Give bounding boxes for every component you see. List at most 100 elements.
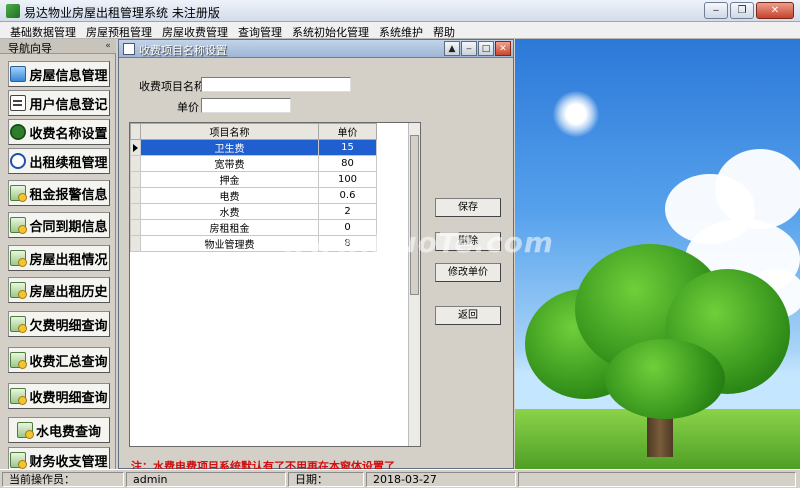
- item-name-cell[interactable]: 宽带费: [140, 155, 319, 172]
- item-name-cell[interactable]: 卫生费: [140, 139, 319, 156]
- nav-label: 收费汇总查询: [29, 354, 108, 370]
- child-close-button[interactable]: ✕: [495, 41, 511, 56]
- report-icon: [10, 388, 28, 405]
- fee-name-label: 收费项目名称: [139, 80, 205, 93]
- window-title: 易达物业房屋出租管理系统 未注册版: [24, 6, 220, 20]
- date-value: 2018-03-27: [366, 472, 516, 487]
- nav-label: 租金报警信息: [29, 187, 108, 203]
- status-empty-panel: [518, 472, 796, 487]
- row-indicator: [130, 187, 141, 204]
- column-header-price[interactable]: 单价: [318, 123, 377, 140]
- item-price-cell[interactable]: 15: [318, 139, 377, 156]
- grid-vertical-scrollbar[interactable]: [408, 123, 420, 446]
- child-window-controls: ▲ ‒ □ ✕: [444, 41, 511, 56]
- nav-label: 欠费明细查询: [29, 318, 108, 334]
- close-button[interactable]: ✕: [756, 2, 794, 19]
- cloud: [715, 149, 800, 229]
- nav-panel: 导航向导 « 房屋信息管理 用户信息登记 收费名称设置 出租续租管理 租金报警信…: [0, 39, 116, 473]
- nav-header-label: 导航向导: [8, 42, 52, 55]
- nav-label: 收费明细查询: [29, 390, 108, 406]
- sun: [553, 91, 599, 137]
- fee-items-grid: 项目名称 单价 卫生费 15 宽带费 80 押金 100 电费 0.6 水费 2…: [129, 122, 421, 447]
- child-maximize-button[interactable]: □: [478, 41, 494, 56]
- menu-charges[interactable]: 房屋收费管理: [158, 22, 234, 39]
- title-bar: 易达物业房屋出租管理系统 未注册版 ‒ ❐ ✕: [0, 0, 800, 22]
- nav-label: 合同到期信息: [29, 219, 108, 235]
- report-icon: [10, 282, 28, 299]
- window-icon: [123, 43, 135, 55]
- scrollbar-thumb[interactable]: [410, 135, 419, 295]
- nav-contract-expiry[interactable]: 合同到期信息: [8, 212, 110, 238]
- nav-label: 房屋出租情况: [29, 252, 108, 268]
- fee-name-input[interactable]: [201, 77, 351, 92]
- nav-rent-renew[interactable]: 出租续租管理: [8, 148, 110, 174]
- back-button[interactable]: 返回: [435, 306, 501, 325]
- wallpaper-image: [515, 39, 800, 469]
- report-icon: [10, 185, 28, 202]
- nav-fee-names[interactable]: 收费名称设置: [8, 119, 110, 145]
- item-name-cell[interactable]: 水费: [140, 203, 319, 220]
- child-window-title: 收费项目名称设置: [139, 44, 227, 57]
- column-header-name[interactable]: 项目名称: [140, 123, 319, 140]
- report-icon: [10, 250, 28, 267]
- report-icon: [10, 452, 28, 469]
- app-icon: [6, 4, 20, 18]
- row-indicator: [130, 171, 141, 188]
- nav-label: 房屋出租历史: [29, 284, 108, 300]
- operator-value: admin: [126, 472, 286, 487]
- nav-house-info[interactable]: 房屋信息管理: [8, 61, 110, 87]
- edit-price-button[interactable]: 修改单价: [435, 263, 501, 282]
- nav-label: 房屋信息管理: [29, 68, 108, 84]
- menu-maintenance[interactable]: 系统维护: [375, 22, 429, 39]
- table-row[interactable]: 宽带费 80: [130, 155, 377, 172]
- menu-pre-rent[interactable]: 房屋预租管理: [82, 22, 158, 39]
- operator-label: 当前操作员：: [2, 472, 124, 487]
- item-name-cell[interactable]: 电费: [140, 187, 319, 204]
- nav-user-register[interactable]: 用户信息登记: [8, 90, 110, 116]
- nav-fee-detail[interactable]: 收费明细查询: [8, 383, 110, 409]
- menu-init[interactable]: 系统初始化管理: [288, 22, 375, 39]
- id-card-icon: [10, 95, 27, 111]
- nav-utility-query[interactable]: 水电费查询: [8, 417, 110, 443]
- item-price-cell[interactable]: 2: [318, 203, 377, 220]
- nav-rent-alert[interactable]: 租金报警信息: [8, 180, 110, 206]
- nav-label: 出租续租管理: [29, 155, 108, 171]
- price-input[interactable]: [201, 98, 291, 113]
- minimize-button[interactable]: ‒: [704, 2, 728, 19]
- restore-button[interactable]: ❐: [730, 2, 754, 19]
- nav-label: 水电费查询: [35, 424, 101, 440]
- child-minimize-button[interactable]: ‒: [461, 41, 477, 56]
- price-label: 单价: [177, 101, 199, 114]
- item-price-cell[interactable]: 100: [318, 171, 377, 188]
- child-title-bar: 收费项目名称设置 ▲ ‒ □ ✕: [119, 40, 513, 58]
- watermark-text: www.DuoTe.com: [282, 226, 554, 259]
- nav-label: 用户信息登记: [29, 97, 108, 113]
- nav-rent-status[interactable]: 房屋出租情况: [8, 245, 110, 271]
- nav-rent-history[interactable]: 房屋出租历史: [8, 277, 110, 303]
- item-price-cell[interactable]: 0.6: [318, 187, 377, 204]
- table-row[interactable]: 押金 100: [130, 171, 377, 188]
- menu-basic-data[interactable]: 基础数据管理: [6, 22, 82, 39]
- collapse-icon[interactable]: «: [102, 40, 114, 52]
- nav-label: 财务收支管理: [29, 454, 108, 470]
- item-name-cell[interactable]: 押金: [140, 171, 319, 188]
- status-bar: 当前操作员： admin 日期： 2018-03-27: [0, 469, 800, 488]
- table-row[interactable]: 卫生费 15: [130, 139, 377, 156]
- date-label: 日期：: [288, 472, 364, 487]
- item-price-cell[interactable]: 80: [318, 155, 377, 172]
- report-icon: [10, 352, 28, 369]
- nav-fee-summary[interactable]: 收费汇总查询: [8, 347, 110, 373]
- row-indicator: [130, 203, 141, 220]
- report-icon: [10, 316, 28, 333]
- window-controls: ‒ ❐ ✕: [704, 2, 794, 19]
- report-icon: [16, 422, 34, 439]
- menu-query[interactable]: 查询管理: [234, 22, 288, 39]
- save-button[interactable]: 保存: [435, 198, 501, 217]
- table-row[interactable]: 电费 0.6: [130, 187, 377, 204]
- money-bag-icon: [10, 124, 27, 140]
- child-help-button[interactable]: ▲: [444, 41, 460, 56]
- current-row-arrow-icon: [133, 143, 138, 152]
- nav-arrears-detail[interactable]: 欠费明细查询: [8, 311, 110, 337]
- menu-help[interactable]: 帮助: [429, 22, 461, 39]
- table-row[interactable]: 水费 2: [130, 203, 377, 220]
